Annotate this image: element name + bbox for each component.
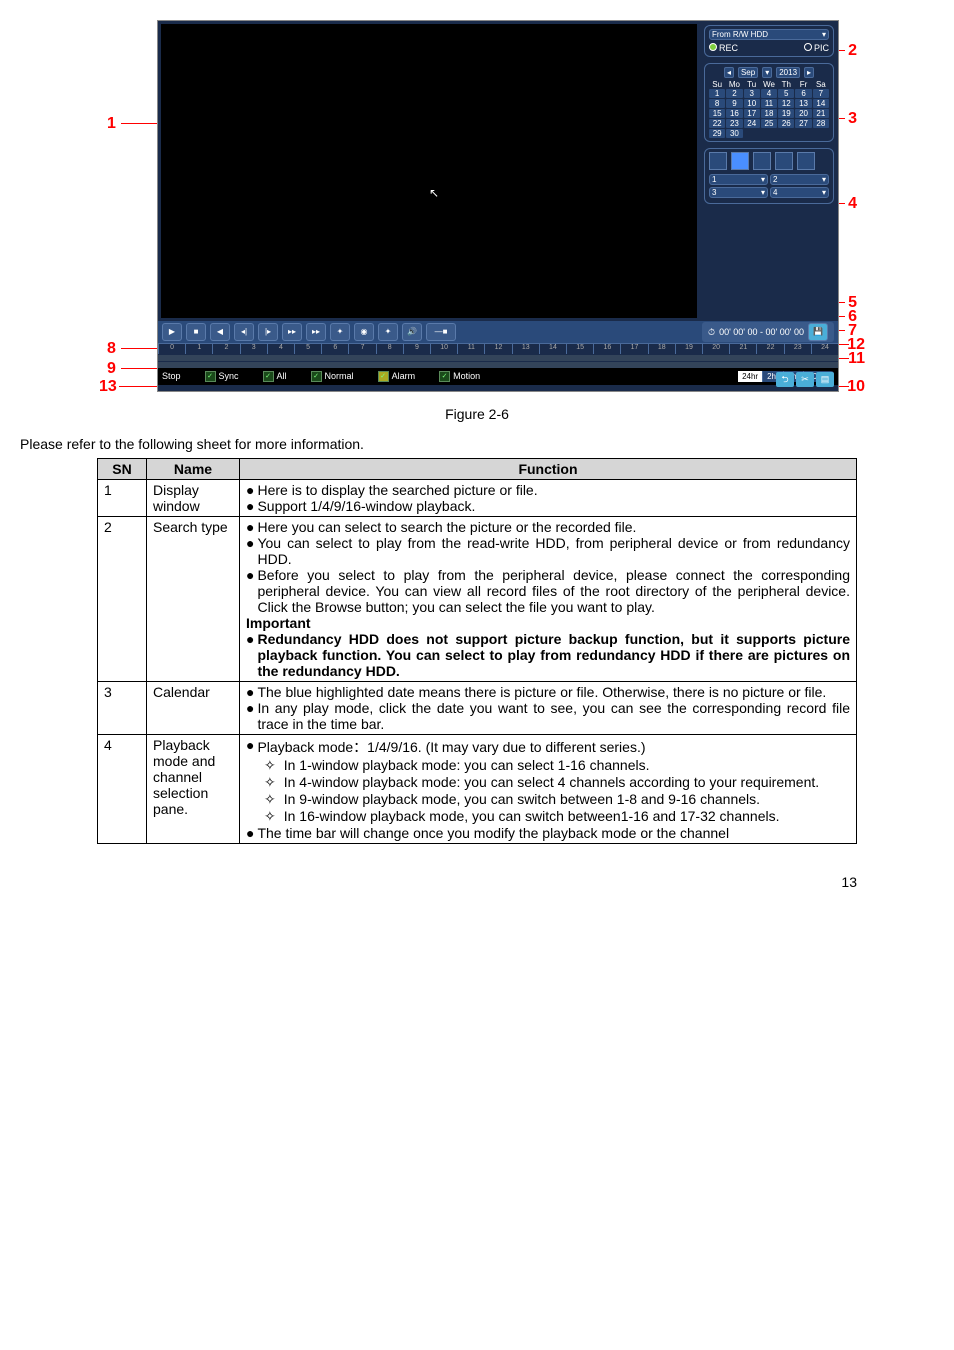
page-number: 13 bbox=[97, 874, 857, 890]
play-btn[interactable]: ▶ bbox=[162, 323, 182, 341]
r4-sn: 4 bbox=[98, 735, 147, 844]
ch-a[interactable]: 1▾ bbox=[709, 174, 768, 185]
layout-4[interactable] bbox=[731, 152, 749, 170]
display-window: ↖ bbox=[161, 24, 697, 318]
rev-btn[interactable]: ◀ bbox=[210, 323, 230, 341]
r2-name: Search type bbox=[147, 517, 240, 682]
ch-c[interactable]: 3▾ bbox=[709, 187, 768, 198]
r4-func: ●Playback mode：1/4/9/16. (It may vary du… bbox=[240, 735, 857, 844]
calendar-days[interactable]: 1234567891011121314151617181920212223242… bbox=[709, 89, 829, 138]
dvr-playback-window: ↖ From R/W HDD▾ REC PIC ◂ Sep ▾ 2013 bbox=[157, 20, 839, 392]
side-panel: From R/W HDD▾ REC PIC ◂ Sep ▾ 2013 ▸ SuM… bbox=[700, 21, 838, 321]
th-sn: SN bbox=[98, 459, 147, 480]
callout-2: 2 bbox=[848, 42, 857, 60]
cal-next[interactable]: ▸ bbox=[804, 67, 814, 78]
callout-3: 3 bbox=[848, 110, 857, 128]
status-normal[interactable]: ✓Normal bbox=[311, 371, 354, 382]
layout-16[interactable] bbox=[775, 152, 793, 170]
layout-x[interactable] bbox=[797, 152, 815, 170]
th-func: Function bbox=[240, 459, 857, 480]
callout-11: 11 bbox=[848, 350, 865, 368]
calendar-dow: SuMoTuWeThFrSa bbox=[709, 80, 829, 89]
ch-d[interactable]: 4▾ bbox=[770, 187, 829, 198]
status-bar: Stop ✓Sync ✓All ✓Normal ✓Alarm ✓Motion 2… bbox=[158, 366, 838, 385]
th-name: Name bbox=[147, 459, 240, 480]
r3-func: ●The blue highlighted date means there i… bbox=[240, 682, 857, 735]
slow-btn[interactable]: ▸▸ bbox=[282, 323, 302, 341]
fast-btn[interactable]: ▸▸ bbox=[306, 323, 326, 341]
time-display: ⏱ 00' 00' 00 - 00' 00' 00 💾 bbox=[702, 322, 834, 342]
mark2-btn[interactable]: ✦ bbox=[378, 323, 398, 341]
mark-btn[interactable]: ⮌ bbox=[776, 372, 794, 387]
status-alarm[interactable]: ✓Alarm bbox=[378, 371, 416, 382]
next-frame-btn[interactable]: |▸ bbox=[258, 323, 278, 341]
cal-month[interactable]: Sep bbox=[738, 67, 758, 78]
layout-9[interactable] bbox=[753, 152, 771, 170]
list-btn[interactable]: ▤ bbox=[816, 372, 834, 387]
cal-dd[interactable]: ▾ bbox=[762, 67, 772, 78]
clip-btn[interactable]: ✂ bbox=[796, 372, 814, 387]
callout-10: 10 bbox=[847, 378, 865, 396]
cal-prev[interactable]: ◂ bbox=[724, 67, 734, 78]
timeline[interactable]: 0123456789101112131415161718192021222324 bbox=[158, 343, 838, 366]
source-dropdown[interactable]: From R/W HDD▾ bbox=[709, 29, 829, 40]
r3-name: Calendar bbox=[147, 682, 240, 735]
intro-text: Please refer to the following sheet for … bbox=[20, 436, 934, 452]
ch-b[interactable]: 2▾ bbox=[770, 174, 829, 185]
r2-func: ●Here you can select to search the pictu… bbox=[240, 517, 857, 682]
status-all[interactable]: ✓All bbox=[263, 371, 287, 382]
pic-radio[interactable]: PIC bbox=[804, 43, 829, 53]
stop-btn[interactable]: ■ bbox=[186, 323, 206, 341]
callout-8: 8 bbox=[107, 340, 116, 358]
r1-name: Display window bbox=[147, 480, 240, 517]
prev-frame-btn[interactable]: ◂| bbox=[234, 323, 254, 341]
vol-slider[interactable]: —■ bbox=[426, 323, 456, 341]
r4-name: Playback mode and channel selection pane… bbox=[147, 735, 240, 844]
playback-mode-box: 1▾ 2▾ 3▾ 4▾ bbox=[704, 148, 834, 204]
callout-4: 4 bbox=[848, 195, 857, 213]
status-motion[interactable]: ✓Motion bbox=[439, 371, 480, 382]
r1-sn: 1 bbox=[98, 480, 147, 517]
callout-13: 13 bbox=[99, 378, 117, 396]
figure-container: 1 2 3 4 5 6 7 12 11 8 9 13 10 ↖ From R/W… bbox=[117, 20, 837, 392]
cursor-icon: ↖ bbox=[429, 186, 439, 200]
smart-btn[interactable]: ✦ bbox=[330, 323, 350, 341]
r3-sn: 3 bbox=[98, 682, 147, 735]
playback-controls: ▶ ■ ◀ ◂| |▸ ▸▸ ▸▸ ✦ ◉ ✦ 🔊 —■ ⏱ 00' 00' 0… bbox=[158, 321, 838, 343]
callout-1: 1 bbox=[107, 115, 116, 133]
r1-func: ●Here is to display the searched picture… bbox=[240, 480, 857, 517]
snap-btn[interactable]: ◉ bbox=[354, 323, 374, 341]
layout-1[interactable] bbox=[709, 152, 727, 170]
status-sync[interactable]: ✓Sync bbox=[205, 371, 239, 382]
cal-year[interactable]: 2013 bbox=[776, 67, 800, 78]
callout-9: 9 bbox=[107, 360, 116, 378]
info-table: SN Name Function 1 Display window ●Here … bbox=[97, 458, 857, 844]
status-stop: Stop bbox=[162, 371, 181, 381]
figure-caption: Figure 2-6 bbox=[20, 406, 934, 422]
vol-btn[interactable]: 🔊 bbox=[402, 323, 422, 341]
rec-radio[interactable]: REC bbox=[709, 43, 738, 53]
calendar-box: ◂ Sep ▾ 2013 ▸ SuMoTuWeThFrSa 1234567891… bbox=[704, 63, 834, 142]
r2-sn: 2 bbox=[98, 517, 147, 682]
search-type-box: From R/W HDD▾ REC PIC bbox=[704, 25, 834, 57]
save-btn[interactable]: 💾 bbox=[808, 323, 828, 341]
